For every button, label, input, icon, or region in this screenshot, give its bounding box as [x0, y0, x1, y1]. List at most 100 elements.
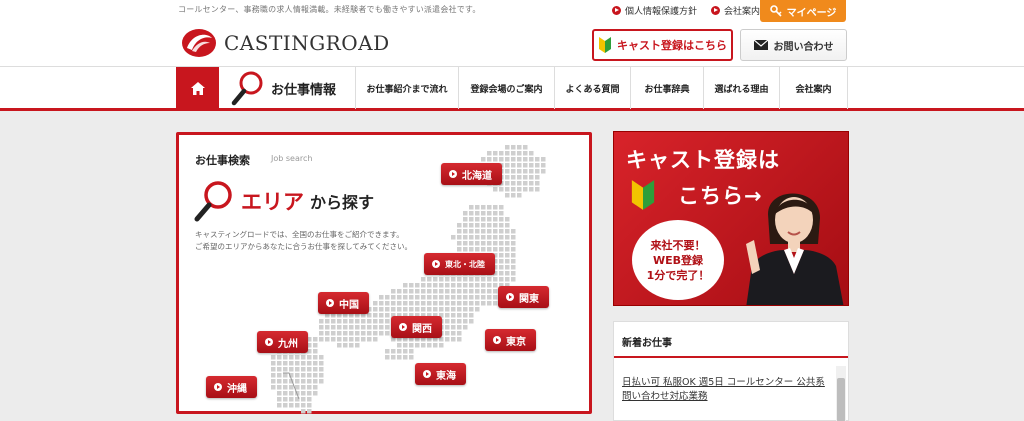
map-dot	[487, 247, 492, 252]
map-dot	[469, 211, 474, 216]
arrow-circle-icon	[612, 6, 621, 15]
contact-button[interactable]: お問い合わせ	[740, 29, 847, 61]
map-dot	[475, 229, 480, 234]
map-dot	[451, 337, 456, 342]
map-dot	[307, 391, 312, 396]
global-nav: お仕事情報 お仕事紹介まで流れ 登録会場のご案内 よくある質問 お仕事辞典 選ば…	[0, 66, 1024, 111]
map-dot	[403, 349, 408, 354]
new-job-link[interactable]: 日払い可 私服OK 週5日 コールセンター 公共系問い合わせ対応業務	[622, 376, 828, 404]
nav-item-flow[interactable]: お仕事紹介まで流れ	[356, 67, 459, 109]
map-dot	[487, 289, 492, 294]
nav-item-faq[interactable]: よくある質問	[555, 67, 631, 109]
map-dot	[361, 331, 366, 336]
mypage-button[interactable]: マイページ	[760, 0, 846, 22]
map-dot	[397, 307, 402, 312]
map-dot	[475, 283, 480, 288]
cast-register-banner[interactable]: キャスト登録は こちら→ 来社不要！ WEB登録 1分で完了！	[613, 131, 849, 306]
map-dot	[511, 271, 516, 276]
cast-register-button[interactable]: キャスト登録はこちら	[592, 29, 733, 61]
map-dot	[457, 295, 462, 300]
map-dot	[409, 307, 414, 312]
new-jobs-box: 新着お仕事 日払い可 私服OK 週5日 コールセンター 公共系問い合わせ対応業務	[613, 321, 849, 421]
map-dot	[493, 247, 498, 252]
site-logo[interactable]: CASTINGROAD	[180, 28, 390, 58]
map-dot	[469, 319, 474, 324]
map-dot	[325, 319, 330, 324]
logo-text: CASTINGROAD	[224, 31, 390, 55]
map-dot	[475, 277, 480, 282]
map-dot	[277, 379, 282, 384]
map-dot	[511, 169, 516, 174]
map-dot	[283, 403, 288, 408]
map-dot	[493, 277, 498, 282]
region-kanto-button[interactable]: 関東	[498, 286, 549, 308]
map-dot	[511, 265, 516, 270]
map-dot	[355, 319, 360, 324]
map-dot	[475, 289, 480, 294]
region-tokyo-button[interactable]: 東京	[485, 329, 536, 351]
map-dot	[337, 325, 342, 330]
company-info-link[interactable]: 会社案内	[711, 4, 760, 17]
map-dot	[511, 145, 516, 150]
map-dot	[529, 181, 534, 186]
magnifier-icon	[231, 71, 263, 106]
map-dot	[307, 379, 312, 384]
map-dot	[511, 175, 516, 180]
map-dot	[505, 187, 510, 192]
map-dot	[451, 235, 456, 240]
nav-item-dictionary[interactable]: お仕事辞典	[631, 67, 704, 109]
map-dot	[487, 151, 492, 156]
map-dot	[493, 301, 498, 306]
nav-home[interactable]	[176, 67, 219, 109]
map-dot	[493, 223, 498, 228]
map-dot	[487, 241, 492, 246]
map-dot	[271, 355, 276, 360]
nav-item-company[interactable]: 会社案内	[780, 67, 848, 109]
map-dot	[475, 241, 480, 246]
map-dot	[463, 229, 468, 234]
map-dot	[439, 343, 444, 348]
map-dot	[337, 343, 342, 348]
map-dot	[517, 163, 522, 168]
scrollbar[interactable]	[836, 366, 846, 421]
arrow-circle-icon	[506, 293, 514, 301]
map-dot	[481, 301, 486, 306]
map-dot	[343, 325, 348, 330]
nav-item-venue[interactable]: 登録会場のご案内	[459, 67, 555, 109]
nav-item-reasons[interactable]: 選ばれる理由	[704, 67, 780, 109]
nav-job-info[interactable]: お仕事情報	[219, 67, 356, 109]
map-dot	[307, 409, 312, 414]
map-dot	[343, 343, 348, 348]
region-kansai-button[interactable]: 関西	[391, 316, 442, 338]
map-dot	[331, 325, 336, 330]
map-dot	[451, 319, 456, 324]
region-kyushu-button[interactable]: 九州	[257, 331, 308, 353]
map-dot	[313, 355, 318, 360]
map-dot	[433, 283, 438, 288]
map-dot	[319, 361, 324, 366]
privacy-policy-link[interactable]: 個人情報保護方針	[612, 4, 697, 17]
map-dot	[505, 193, 510, 198]
region-tohoku-hokuriku-button[interactable]: 東北・北陸	[424, 253, 495, 275]
region-tokai-button[interactable]: 東海	[415, 363, 466, 385]
map-dot	[511, 277, 516, 282]
map-dot	[505, 217, 510, 222]
map-dot	[463, 325, 468, 330]
map-dot	[505, 163, 510, 168]
map-dot	[295, 379, 300, 384]
map-dot	[421, 277, 426, 282]
region-hokkaido-button[interactable]: 北海道	[441, 163, 502, 185]
map-dot	[295, 403, 300, 408]
map-dot	[283, 385, 288, 390]
map-dot	[463, 217, 468, 222]
region-okinawa-button[interactable]: 沖縄	[206, 376, 257, 398]
map-dot	[475, 301, 480, 306]
map-dot	[271, 379, 276, 384]
scrollbar-thumb[interactable]	[837, 378, 845, 421]
map-dot	[487, 301, 492, 306]
map-dot	[511, 187, 516, 192]
region-chugoku-button[interactable]: 中国	[318, 292, 369, 314]
map-dot	[505, 223, 510, 228]
map-dot	[409, 301, 414, 306]
map-dot	[523, 151, 528, 156]
